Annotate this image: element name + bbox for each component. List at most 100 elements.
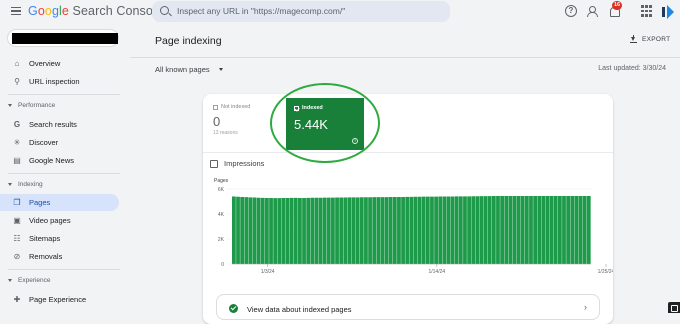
chart-bar — [463, 196, 467, 265]
chart-bar — [479, 196, 484, 265]
chart-bar — [256, 197, 261, 264]
caret-down-icon — [8, 104, 12, 107]
y-tick-label: 2K — [218, 237, 225, 243]
chart-bar — [236, 196, 240, 264]
person-manage-icon[interactable] — [587, 5, 599, 17]
chart-bar — [504, 196, 509, 264]
chart-bar — [273, 198, 278, 265]
chart-bar — [574, 196, 579, 264]
search-input[interactable]: Inspect any URL in "https://magecomp.com… — [177, 6, 345, 16]
sidebar-item-url-inspection[interactable]: ⚲ URL inspection — [0, 73, 119, 90]
y-axis-label: Pages — [214, 178, 229, 184]
chart-bar — [326, 197, 331, 265]
chart-bar — [293, 197, 298, 265]
chart-bar — [277, 198, 282, 265]
chart-bar — [405, 196, 410, 265]
app-logo[interactable]: Google Search Console — [28, 4, 163, 18]
chart-bar — [380, 197, 385, 265]
chart-bar — [425, 196, 430, 265]
chart-bar — [520, 196, 525, 264]
removals-icon: ⊘ — [13, 251, 21, 261]
chart-bar — [298, 198, 302, 264]
chart-bar — [343, 197, 348, 264]
chart-bar — [252, 197, 257, 264]
property-selector[interactable] — [7, 29, 119, 47]
chart-bar — [421, 196, 426, 265]
chart-bar — [430, 196, 434, 265]
top-bar: Google Search Console Inspect any URL in… — [0, 0, 680, 24]
asterisk-icon: ✳ — [13, 137, 21, 147]
sitemap-icon: ☷ — [13, 233, 21, 243]
chart-bar — [359, 197, 364, 264]
not-indexed-tile[interactable]: Not indexed 0 13 reasons — [213, 104, 273, 136]
sidebar-item-removals[interactable]: ⊘ Removals — [0, 248, 119, 265]
chart-bar — [562, 196, 566, 264]
help-icon[interactable]: ? — [565, 5, 577, 17]
chart-bar — [260, 197, 265, 265]
chart-bar — [508, 196, 513, 264]
chart-bar — [269, 198, 273, 264]
chart-bar — [232, 196, 236, 264]
indexing-card: Not indexed 0 13 reasons Indexed 5.44K ?… — [203, 94, 613, 324]
help-icon[interactable]: ? — [352, 138, 358, 144]
chart-bar — [285, 198, 290, 264]
sidebar-item-sitemaps[interactable]: ☷ Sitemaps — [0, 230, 119, 247]
chart-bar — [302, 198, 306, 264]
section-indexing[interactable]: Indexing — [8, 181, 43, 188]
chart-bar — [500, 196, 504, 264]
download-icon — [630, 35, 637, 44]
sidebar-item-google-news[interactable]: ▤ Google News — [0, 152, 119, 169]
chart-bar — [310, 197, 315, 264]
chart-bar — [376, 197, 381, 265]
sidebar-item-overview[interactable]: ⌂ Overview — [0, 55, 119, 72]
chart-bar — [392, 197, 397, 264]
sidebar-item-search-results[interactable]: G Search results — [0, 116, 119, 133]
chart-bar — [248, 197, 253, 265]
not-indexed-reasons: 13 reasons — [213, 130, 238, 136]
search-icon: ⚲ — [14, 76, 20, 86]
sidebar-item-pages[interactable]: ❐ Pages — [0, 194, 119, 211]
chart-bar — [372, 197, 377, 265]
view-indexed-data-link[interactable]: View data about indexed pages › — [216, 294, 600, 320]
sidebar-item-page-experience[interactable]: ✚ Page Experience — [0, 291, 119, 308]
caret-down-icon — [8, 183, 12, 186]
chart-bar — [388, 197, 393, 264]
chart-bar — [397, 197, 401, 264]
chart-bar — [471, 196, 476, 264]
menu-icon[interactable] — [11, 7, 21, 16]
chart-bar — [413, 196, 418, 264]
checkbox-icon — [213, 104, 218, 110]
x-tick-label: 1/3/24 — [261, 269, 275, 275]
corner-widget-icon[interactable] — [668, 302, 680, 313]
notification-badge: 16 — [612, 1, 622, 10]
chart-bar — [467, 196, 471, 265]
chart-bar — [355, 197, 360, 265]
chart-bar — [368, 197, 372, 264]
section-experience[interactable]: Experience — [8, 277, 51, 284]
brand-logo-icon[interactable] — [660, 3, 678, 21]
chart-bar — [512, 196, 517, 264]
apps-grid-icon[interactable] — [641, 5, 653, 17]
indexed-tile[interactable]: Indexed 5.44K ? — [286, 98, 364, 150]
sidebar-item-video-pages[interactable]: ▣ Video pages — [0, 212, 119, 229]
video-pages-icon: ▣ — [13, 215, 21, 225]
pages-filter-dropdown[interactable]: All known pages — [155, 65, 223, 74]
page-experience-icon: ✚ — [13, 294, 21, 304]
chart-bar — [335, 197, 339, 264]
chart-bar — [339, 197, 344, 264]
impressions-toggle[interactable]: Impressions — [210, 159, 264, 168]
not-indexed-count: 0 — [213, 114, 221, 129]
sidebar-item-discover[interactable]: ✳ Discover — [0, 134, 119, 151]
section-performance[interactable]: Performance — [8, 102, 55, 109]
chart-bar — [454, 196, 459, 265]
x-tick-label: 1/14/24 — [428, 269, 445, 275]
chart-bar — [545, 196, 550, 264]
news-icon: ▤ — [13, 155, 21, 165]
sidebar: ⌂ Overview ⚲ URL inspection Performance GS… — [0, 24, 130, 313]
x-tick-label: 1/25/24 — [598, 269, 613, 275]
check-circle-icon — [229, 304, 238, 313]
export-button[interactable]: EXPORT — [630, 35, 670, 44]
google-g-icon: G — [13, 119, 21, 129]
url-inspect-search[interactable]: Inspect any URL in "https://magecomp.com… — [152, 1, 450, 22]
chart-bar — [281, 198, 286, 264]
